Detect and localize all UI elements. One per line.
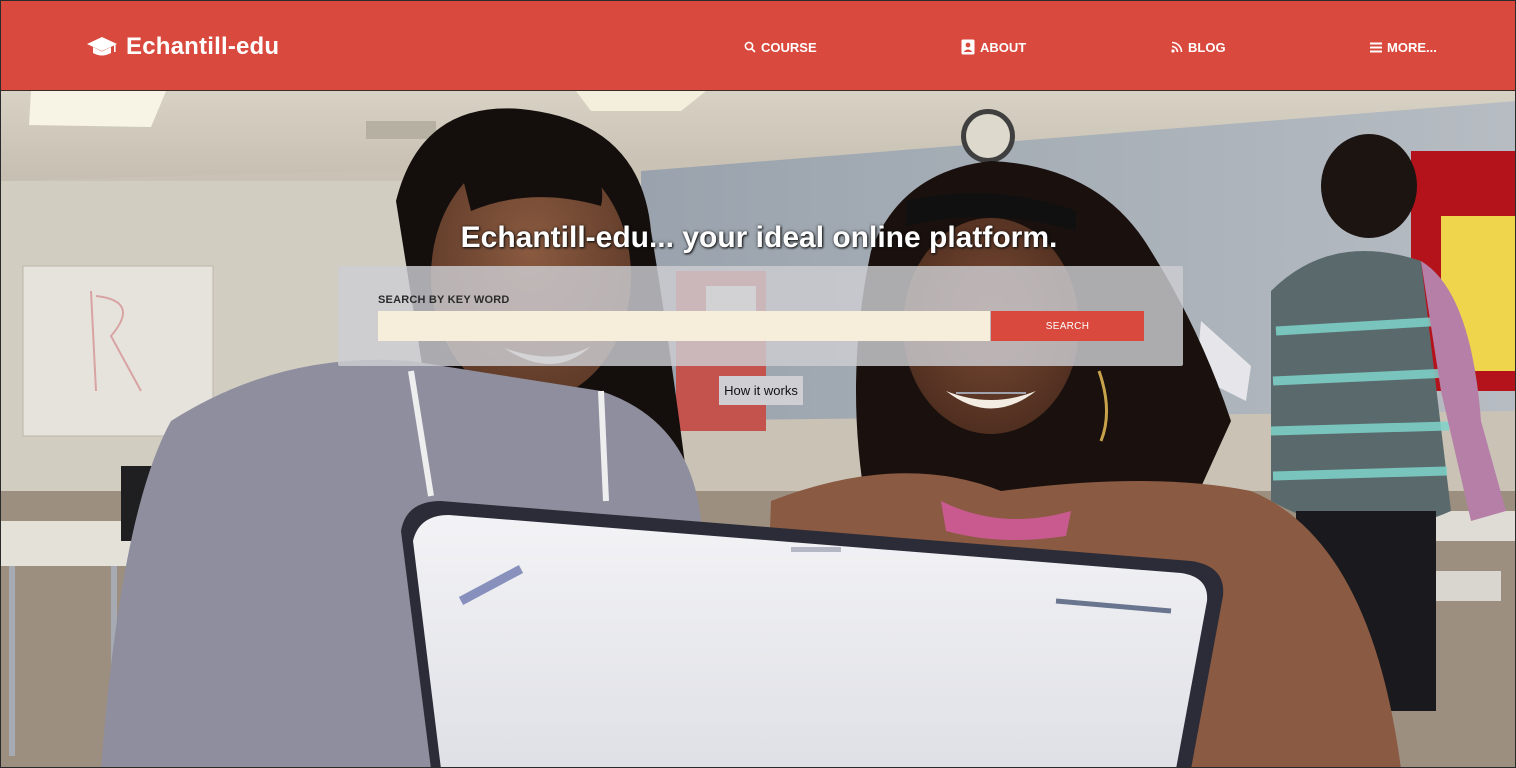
search-input[interactable] (378, 311, 990, 341)
menu-icon (1370, 42, 1382, 53)
brand-name: Echantill-edu (126, 33, 280, 60)
nav-item-blog[interactable]: BLOG (1171, 37, 1226, 57)
search-button[interactable]: SEARCH (991, 311, 1144, 341)
brand-link[interactable]: Echantill-edu (86, 31, 279, 63)
search-panel: SEARCH BY KEY WORD SEARCH (338, 266, 1183, 366)
rss-icon (1171, 41, 1183, 53)
search-label: SEARCH BY KEY WORD (378, 294, 510, 306)
nav-item-label: MORE... (1387, 39, 1437, 55)
nav-item-label: ABOUT (980, 39, 1027, 55)
nav-item-about[interactable]: ABOUT (961, 37, 1026, 57)
nav-item-label: BLOG (1188, 39, 1226, 55)
contact-card-icon (961, 39, 975, 55)
nav-item-more[interactable]: MORE... (1370, 37, 1437, 57)
hero-background-photo (1, 91, 1515, 767)
nav-item-course[interactable]: COURSE (744, 37, 817, 57)
nav-item-label: COURSE (761, 39, 817, 55)
search-icon (744, 41, 756, 53)
hero-headline: Echantill-edu... your ideal online platf… (460, 221, 1058, 254)
top-navbar: Echantill-edu COURSE ABOUT BLOG MORE... (1, 1, 1515, 91)
how-it-works-button[interactable]: How it works (719, 376, 803, 405)
page-frame: Echantill-edu COURSE ABOUT BLOG MORE... … (0, 0, 1516, 768)
hero-section: Echantill-edu... your ideal online platf… (1, 91, 1515, 767)
graduation-cap-icon (86, 35, 118, 59)
